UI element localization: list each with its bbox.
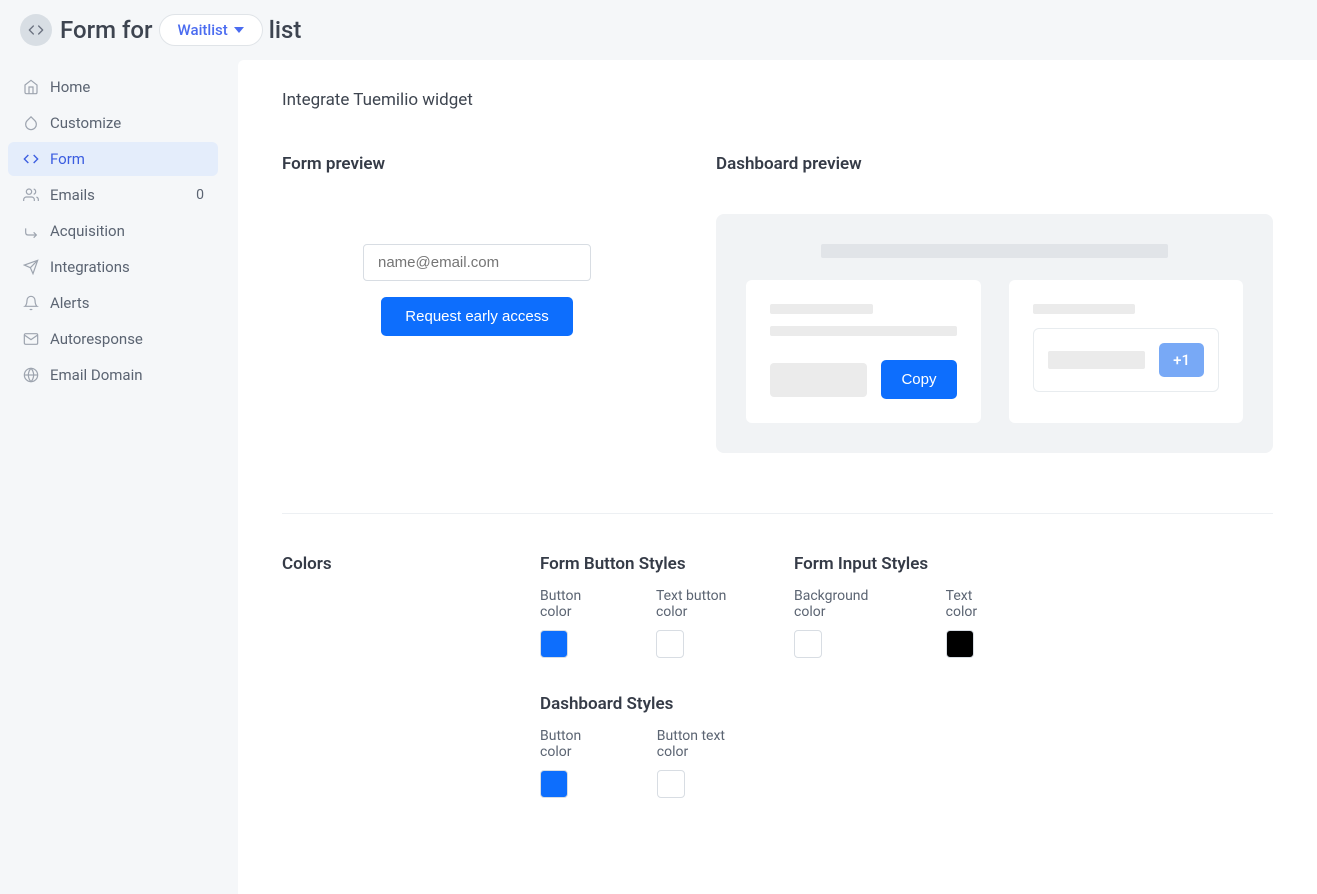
droplet-icon — [22, 114, 40, 132]
form-preview-heading: Form preview — [282, 154, 672, 174]
page-title: Form for Waitlist list — [60, 14, 301, 46]
sidebar-item-form[interactable]: Form — [8, 142, 218, 176]
request-access-button[interactable]: Request early access — [381, 297, 572, 336]
emails-count-badge: 0 — [196, 187, 204, 203]
caret-down-icon — [234, 25, 244, 35]
list-dropdown[interactable]: Waitlist — [159, 14, 263, 46]
title-prefix: Form for — [60, 16, 153, 44]
sidebar-item-label: Acquisition — [50, 222, 204, 240]
skeleton-title-bar — [821, 244, 1169, 258]
sidebar-item-label: Integrations — [50, 258, 204, 276]
bell-icon — [22, 294, 40, 312]
section-title: Integrate Tuemilio widget — [282, 90, 1273, 110]
main-content: Integrate Tuemilio widget Form preview R… — [238, 60, 1317, 894]
form-button-styles-heading: Form Button Styles — [540, 554, 750, 574]
mail-icon — [22, 330, 40, 348]
button-color-label: Button color — [540, 588, 608, 620]
dashboard-card: Copy +1 — [716, 214, 1273, 453]
input-bg-color-swatch[interactable] — [794, 630, 822, 658]
form-input-styles-heading: Form Input Styles — [794, 554, 1004, 574]
sidebar-item-emails[interactable]: Emails 0 — [8, 178, 218, 212]
dashboard-styles-heading: Dashboard Styles — [540, 694, 750, 714]
dashboard-points-card: +1 — [1009, 280, 1244, 423]
sidebar-item-home[interactable]: Home — [8, 70, 218, 104]
skeleton-bar — [1048, 351, 1146, 369]
sidebar-item-email-domain[interactable]: Email Domain — [8, 358, 218, 392]
sidebar-item-label: Autoresponse — [50, 330, 204, 348]
sidebar-item-label: Email Domain — [50, 366, 204, 384]
text-button-color-swatch[interactable] — [656, 630, 684, 658]
sidebar-item-label: Home — [50, 78, 204, 96]
dashboard-preview-section: Dashboard preview Copy — [716, 154, 1273, 453]
dashboard-button-color-label: Button color — [540, 728, 609, 760]
dashboard-button-text-color-swatch[interactable] — [657, 770, 685, 798]
skeleton-bar — [1033, 304, 1136, 314]
skeleton-bar — [770, 326, 957, 336]
users-icon — [22, 186, 40, 204]
sidebar-item-label: Emails — [50, 186, 186, 204]
header: Form for Waitlist list — [0, 0, 1317, 60]
arrow-reply-icon — [22, 222, 40, 240]
sidebar-item-acquisition[interactable]: Acquisition — [8, 214, 218, 248]
sidebar-item-label: Form — [50, 150, 204, 168]
sidebar-item-autoresponse[interactable]: Autoresponse — [8, 322, 218, 356]
copy-button[interactable]: Copy — [881, 360, 956, 399]
text-button-color-label: Text button color — [656, 588, 750, 620]
sidebar: Home Customize Form Emails 0 — [0, 60, 226, 404]
code-icon — [20, 14, 52, 46]
form-preview-section: Form preview Request early access — [282, 154, 672, 453]
sidebar-item-integrations[interactable]: Integrations — [8, 250, 218, 284]
skeleton-bar — [770, 304, 873, 314]
home-icon — [22, 78, 40, 96]
skeleton-input — [770, 363, 867, 397]
input-bg-color-label: Background color — [794, 588, 898, 620]
sidebar-item-customize[interactable]: Customize — [8, 106, 218, 140]
divider — [282, 513, 1273, 514]
email-input[interactable] — [363, 244, 591, 281]
plus-one-badge: +1 — [1159, 343, 1204, 377]
sidebar-item-label: Customize — [50, 114, 204, 132]
title-suffix: list — [269, 16, 302, 44]
input-text-color-label: Text color — [946, 588, 1004, 620]
colors-heading: Colors — [282, 554, 496, 574]
button-color-swatch[interactable] — [540, 630, 568, 658]
dashboard-button-color-swatch[interactable] — [540, 770, 568, 798]
input-text-color-swatch[interactable] — [946, 630, 974, 658]
dashboard-button-text-color-label: Button text color — [657, 728, 750, 760]
send-icon — [22, 258, 40, 276]
dashboard-preview-heading: Dashboard preview — [716, 154, 1273, 174]
dropdown-label: Waitlist — [178, 21, 228, 39]
referral-row: +1 — [1033, 328, 1220, 392]
sidebar-item-alerts[interactable]: Alerts — [8, 286, 218, 320]
sidebar-item-label: Alerts — [50, 294, 204, 312]
dashboard-referral-link-card: Copy — [746, 280, 981, 423]
globe-icon — [22, 366, 40, 384]
code-icon — [22, 150, 40, 168]
